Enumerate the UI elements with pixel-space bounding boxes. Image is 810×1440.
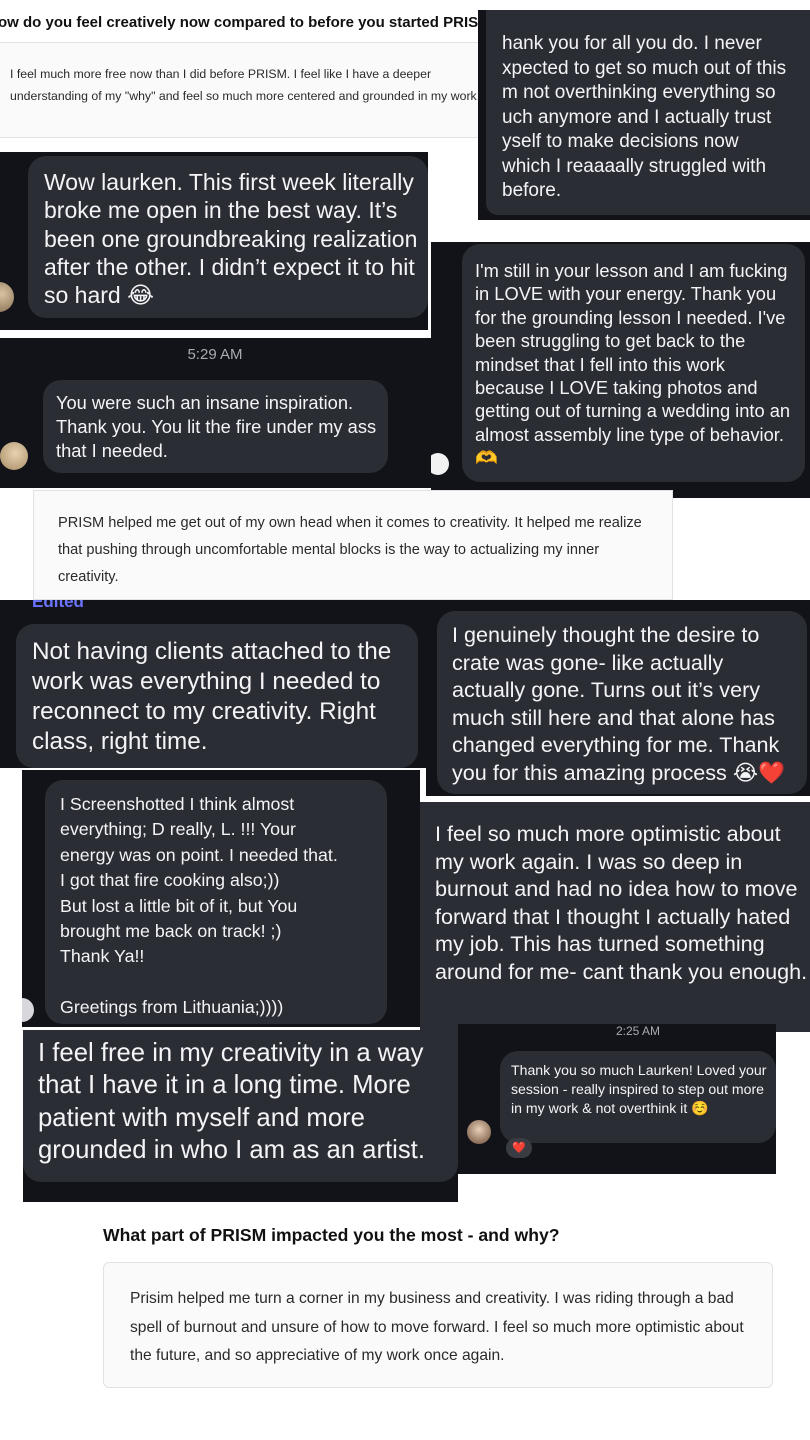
avatar [0,442,28,470]
message-bubble: I feel so much more optimistic about my … [420,802,810,1032]
timestamp: 2:25 AM [615,1024,661,1038]
message-bubble: I Screenshotted I think almost everythin… [45,780,387,1024]
chat-screenshot-wow: Wow laurken. This first week literally b… [0,152,428,330]
avatar [0,282,14,312]
chat-screenshot-lithuania: I Screenshotted I think almost everythin… [22,770,420,1027]
survey-answer-1-text: I feel much more free now than I did bef… [10,67,481,103]
survey-question-3: What part of PRISM impacted you the most… [103,1225,560,1245]
survey-answer-2: PRISM helped me get out of my own head w… [33,490,673,600]
message-bubble: I'm still in your lesson and I am fuckin… [462,244,805,482]
message-bubble: hank you for all you do. I never xpected… [486,10,810,215]
avatar [22,998,34,1022]
message-bubble: I feel free in my creativity in a way th… [23,1030,458,1182]
chat-screenshot-thankyou: hank you for all you do. I never xpected… [478,10,810,220]
chat-screenshot-lesson: I'm still in your lesson and I am fuckin… [431,242,810,498]
message-bubble: Not having clients attached to the work … [16,624,418,768]
edited-label: Edited [32,600,84,611]
message-bubble: Thank you so much Laurken! Loved your se… [500,1051,776,1143]
timestamp: 5:29 AM [187,346,243,363]
chat-screenshot-optimistic: I feel so much more optimistic about my … [420,802,810,1032]
chat-screenshot-laurken: 2:25 AM Thank you so much Laurken! Loved… [458,1024,776,1174]
chat-screenshot-inspiration: 5:29 AM You were such an insane inspirat… [0,338,431,488]
avatar [467,1120,491,1144]
survey-answer-1: I feel much more free now than I did bef… [0,42,494,138]
message-bubble: You were such an insane inspiration. Tha… [43,380,388,473]
chat-screenshot-desire: I genuinely thought the desire to crate … [426,600,810,796]
chat-screenshot-clients: Edited Not having clients attached to th… [0,600,426,768]
avatar [431,453,449,475]
chat-screenshot-free: I feel free in my creativity in a way th… [23,1030,458,1202]
survey-question-1: ow do you feel creatively now compared t… [0,14,500,31]
survey-answer-3: Prisim helped me turn a corner in my bus… [103,1262,773,1388]
message-bubble: I genuinely thought the desire to crate … [437,611,807,794]
message-bubble: Wow laurken. This first week literally b… [28,156,428,318]
reaction-badge: ❤️ [506,1138,532,1158]
